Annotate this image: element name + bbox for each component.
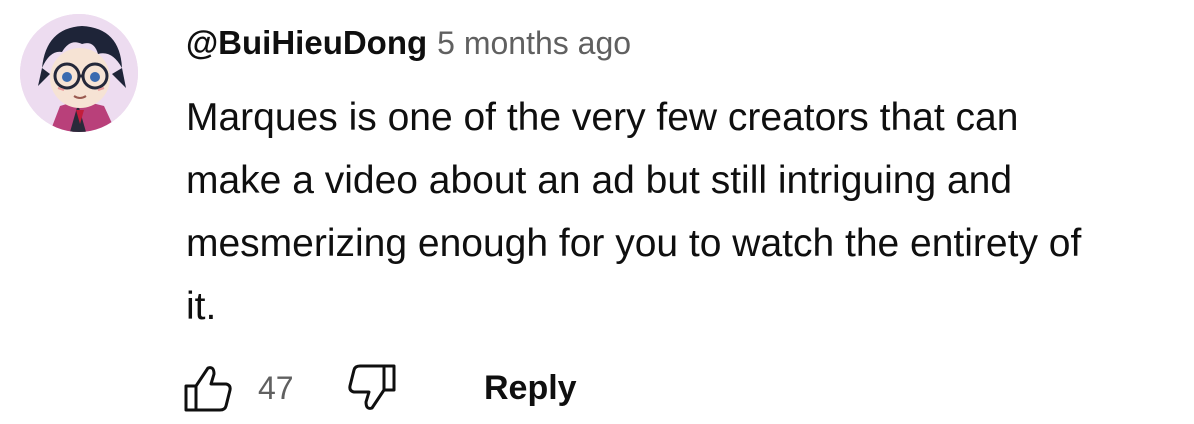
reply-button[interactable]: Reply: [484, 364, 577, 412]
comment-text: Marques is one of the very few creators …: [186, 86, 1176, 338]
author-name[interactable]: @BuiHieuDong: [186, 24, 427, 61]
thumb-down-icon: [348, 364, 396, 410]
comment-text-line: Marques is one of the very few creators …: [186, 96, 1019, 139]
comment-text-line: make a video about an ad but still intri…: [186, 159, 1013, 202]
comment-text-line: it.: [186, 285, 217, 328]
comment-header: @BuiHieuDong 5 months ago: [186, 22, 631, 71]
comment-text-line: mesmerizing enough for you to watch the …: [186, 222, 1082, 265]
dislike-button[interactable]: [344, 360, 400, 416]
avatar[interactable]: [20, 14, 138, 132]
comment-thread: @BuiHieuDong 5 months ago Marques is one …: [0, 0, 1194, 424]
comment-timestamp[interactable]: 5 months ago: [437, 25, 631, 61]
comment-actions: 47 Reply: [184, 360, 786, 416]
like-button[interactable]: [180, 360, 236, 416]
like-count: 47: [258, 370, 294, 406]
avatar-image: [20, 14, 138, 132]
thumb-up-icon: [184, 366, 232, 412]
